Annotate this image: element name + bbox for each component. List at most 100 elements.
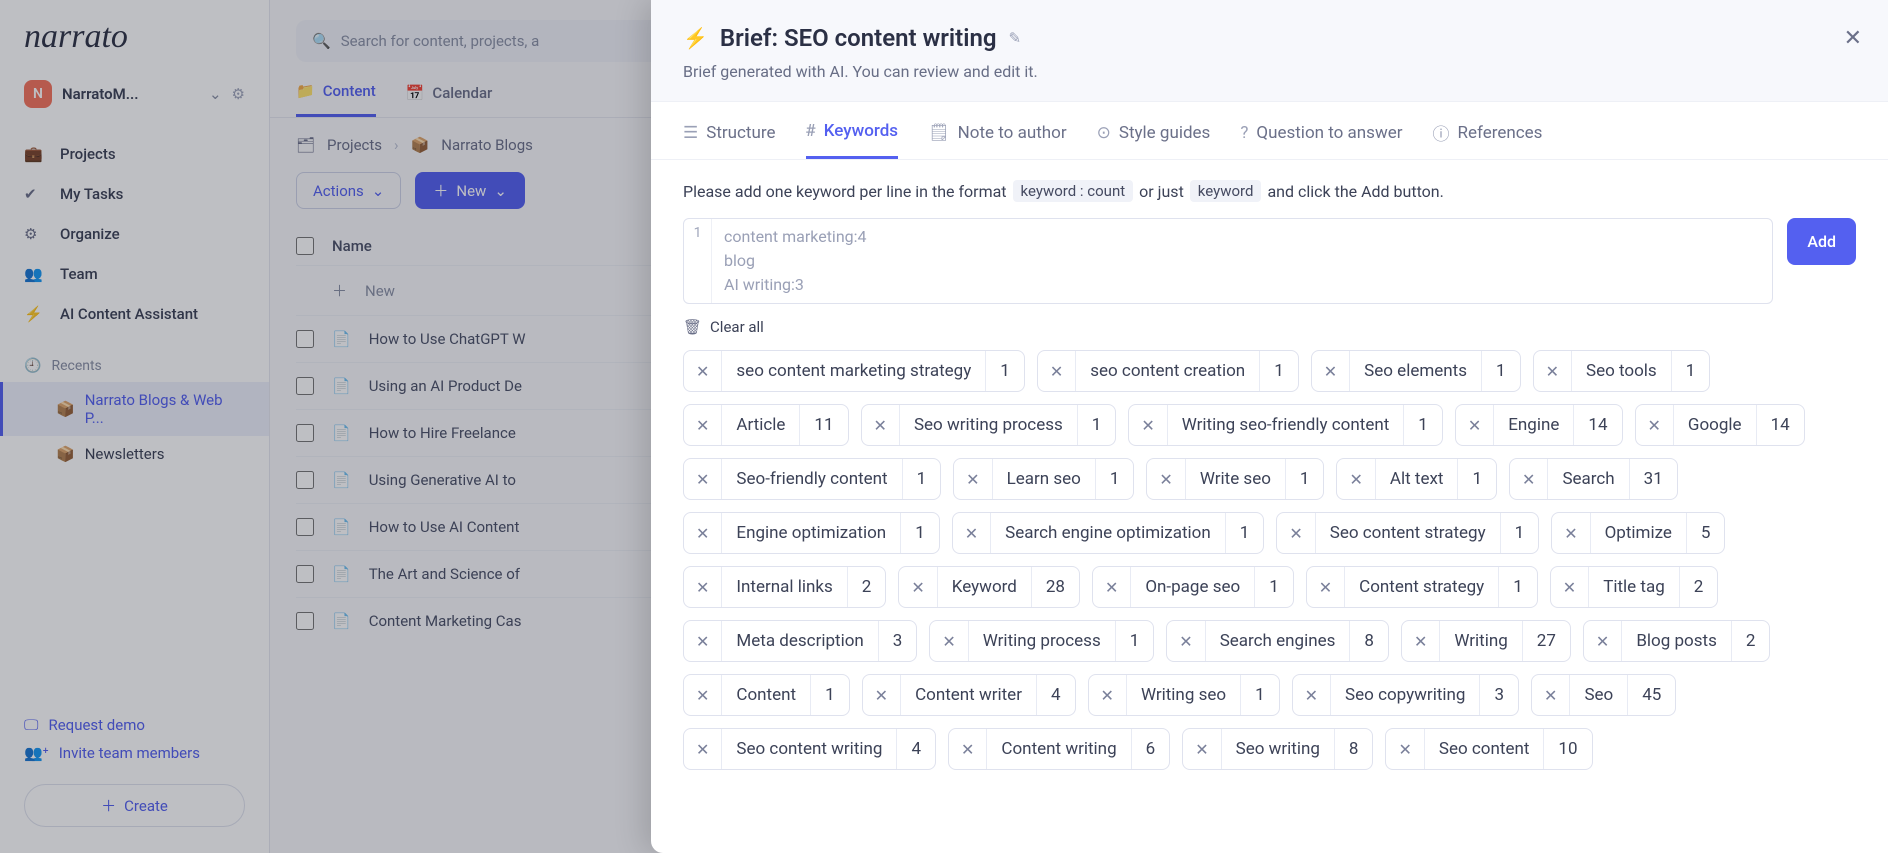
keyword-text: Optimize (1591, 523, 1686, 543)
keywords-instruction: Please add one keyword per line in the f… (683, 180, 1856, 202)
remove-keyword-icon[interactable]: ✕ (684, 675, 722, 715)
keyword-text: Seo elements (1350, 361, 1481, 381)
remove-keyword-icon[interactable]: ✕ (1277, 513, 1315, 553)
remove-keyword-icon[interactable]: ✕ (684, 459, 722, 499)
keyword-count: 1 (1285, 459, 1324, 499)
keyword-count: 1 (1498, 567, 1537, 607)
keyword-chip: ✕Search engines8 (1166, 620, 1389, 662)
keyword-text: Title tag (1589, 577, 1679, 597)
add-button[interactable]: Add (1787, 218, 1856, 265)
keyword-text: On-page seo (1131, 577, 1254, 597)
panel-tab-keywords[interactable]: #Keywords (806, 120, 899, 159)
keyword-chip: ✕Internal links2 (683, 566, 886, 608)
keyword-count: 31 (1629, 459, 1677, 499)
keyword-chip: ✕Google14 (1635, 404, 1805, 446)
remove-keyword-icon[interactable]: ✕ (1129, 405, 1167, 445)
struct-icon: ☰ (683, 123, 698, 143)
remove-keyword-icon[interactable]: ✕ (1307, 567, 1345, 607)
remove-keyword-icon[interactable]: ✕ (1386, 729, 1424, 769)
edit-icon[interactable]: ✎ (1009, 29, 1022, 47)
keyword-count: 1 (900, 513, 939, 553)
close-icon[interactable]: ✕ (1844, 26, 1862, 51)
remove-keyword-icon[interactable]: ✕ (684, 621, 722, 661)
remove-keyword-icon[interactable]: ✕ (1147, 459, 1185, 499)
keyword-chip: ✕Content writer4 (862, 674, 1076, 716)
keyword-text: Seo writing process (900, 415, 1077, 435)
remove-keyword-icon[interactable]: ✕ (1183, 729, 1221, 769)
keyword-text: Seo content writing (722, 739, 896, 759)
brief-panel: ⚡ Brief: SEO content writing ✎ Brief gen… (651, 0, 1888, 853)
remove-keyword-icon[interactable]: ✕ (953, 513, 991, 553)
remove-keyword-icon[interactable]: ✕ (684, 351, 722, 391)
keyword-text: Write seo (1186, 469, 1285, 489)
remove-keyword-icon[interactable]: ✕ (1456, 405, 1494, 445)
keyword-chip: ✕Writing seo1 (1088, 674, 1280, 716)
keyword-count: 1 (1077, 405, 1116, 445)
remove-keyword-icon[interactable]: ✕ (1532, 675, 1570, 715)
remove-keyword-icon[interactable]: ✕ (684, 729, 722, 769)
remove-keyword-icon[interactable]: ✕ (954, 459, 992, 499)
remove-keyword-icon[interactable]: ✕ (684, 567, 722, 607)
keyword-count: 14 (1756, 405, 1804, 445)
keyword-chip: ✕Write seo1 (1146, 458, 1324, 500)
remove-keyword-icon[interactable]: ✕ (1167, 621, 1205, 661)
remove-keyword-icon[interactable]: ✕ (1312, 351, 1350, 391)
remove-keyword-icon[interactable]: ✕ (862, 405, 900, 445)
keyword-count: 3 (878, 621, 917, 661)
remove-keyword-icon[interactable]: ✕ (1038, 351, 1076, 391)
remove-keyword-icon[interactable]: ✕ (1510, 459, 1548, 499)
keyword-chip: ✕Article11 (683, 404, 849, 446)
keyword-count: 5 (1686, 513, 1725, 553)
remove-keyword-icon[interactable]: ✕ (1636, 405, 1674, 445)
keyword-text: Writing seo-friendly content (1168, 415, 1404, 435)
keyword-chip: ✕Writing27 (1401, 620, 1571, 662)
style-icon: ⊙ (1097, 123, 1111, 143)
remove-keyword-icon[interactable]: ✕ (1584, 621, 1622, 661)
line-gutter: 1 (684, 219, 712, 303)
keyword-chip: ✕Seo content10 (1385, 728, 1592, 770)
keyword-count: 8 (1334, 729, 1373, 769)
panel-tab-references[interactable]: ⓘReferences (1433, 120, 1543, 159)
keyword-text: Content (722, 685, 810, 705)
keyword-text: Search engines (1206, 631, 1350, 651)
remove-keyword-icon[interactable]: ✕ (684, 405, 722, 445)
remove-keyword-icon[interactable]: ✕ (684, 513, 722, 553)
remove-keyword-icon[interactable]: ✕ (1337, 459, 1375, 499)
keyword-text: Content strategy (1345, 577, 1498, 597)
keyword-chip: ✕Search31 (1509, 458, 1678, 500)
remove-keyword-icon[interactable]: ✕ (949, 729, 987, 769)
remove-keyword-icon[interactable]: ✕ (1402, 621, 1440, 661)
remove-keyword-icon[interactable]: ✕ (1293, 675, 1331, 715)
keyword-chip: ✕Content writing6 (948, 728, 1170, 770)
panel-tab-style-guides[interactable]: ⊙Style guides (1097, 120, 1211, 159)
remove-keyword-icon[interactable]: ✕ (1089, 675, 1127, 715)
panel-tab-label: Structure (706, 123, 775, 143)
keyword-chip: ✕seo content creation1 (1037, 350, 1299, 392)
remove-keyword-icon[interactable]: ✕ (863, 675, 901, 715)
keyword-count: 1 (1500, 513, 1539, 553)
clear-all-button[interactable]: 🗑 Clear all (683, 318, 1856, 336)
keyword-chip: ✕Alt text1 (1336, 458, 1497, 500)
keyword-text: Internal links (722, 577, 846, 597)
keywords-textarea[interactable]: 1 content marketing:4 blog AI writing:3 (683, 218, 1773, 304)
panel-tab-structure[interactable]: ☰ Structure (683, 120, 776, 159)
keyword-text: Writing seo (1127, 685, 1240, 705)
trash-icon: 🗑 (683, 318, 702, 336)
remove-keyword-icon[interactable]: ✕ (930, 621, 968, 661)
panel-tabs: ☰ Structure #Keywords 🗒Note to author ⊙Style… (651, 102, 1888, 160)
keyword-count: 1 (1457, 459, 1496, 499)
remove-keyword-icon[interactable]: ✕ (1552, 513, 1590, 553)
remove-keyword-icon[interactable]: ✕ (1534, 351, 1572, 391)
hash-icon: # (806, 121, 816, 141)
keyword-text: Content writer (901, 685, 1036, 705)
keywords-placeholder: content marketing:4 blog AI writing:3 (712, 219, 1772, 303)
remove-keyword-icon[interactable]: ✕ (899, 567, 937, 607)
remove-keyword-icon[interactable]: ✕ (1551, 567, 1589, 607)
keyword-chip: ✕Search engine optimization1 (952, 512, 1265, 554)
keyword-count: 10 (1543, 729, 1591, 769)
keyword-count: 6 (1131, 729, 1170, 769)
panel-tab-question-to-answer[interactable]: ?Question to answer (1240, 120, 1402, 159)
keyword-chip: ✕Seo45 (1531, 674, 1676, 716)
panel-tab-note-to-author[interactable]: 🗒Note to author (928, 120, 1067, 159)
remove-keyword-icon[interactable]: ✕ (1093, 567, 1131, 607)
